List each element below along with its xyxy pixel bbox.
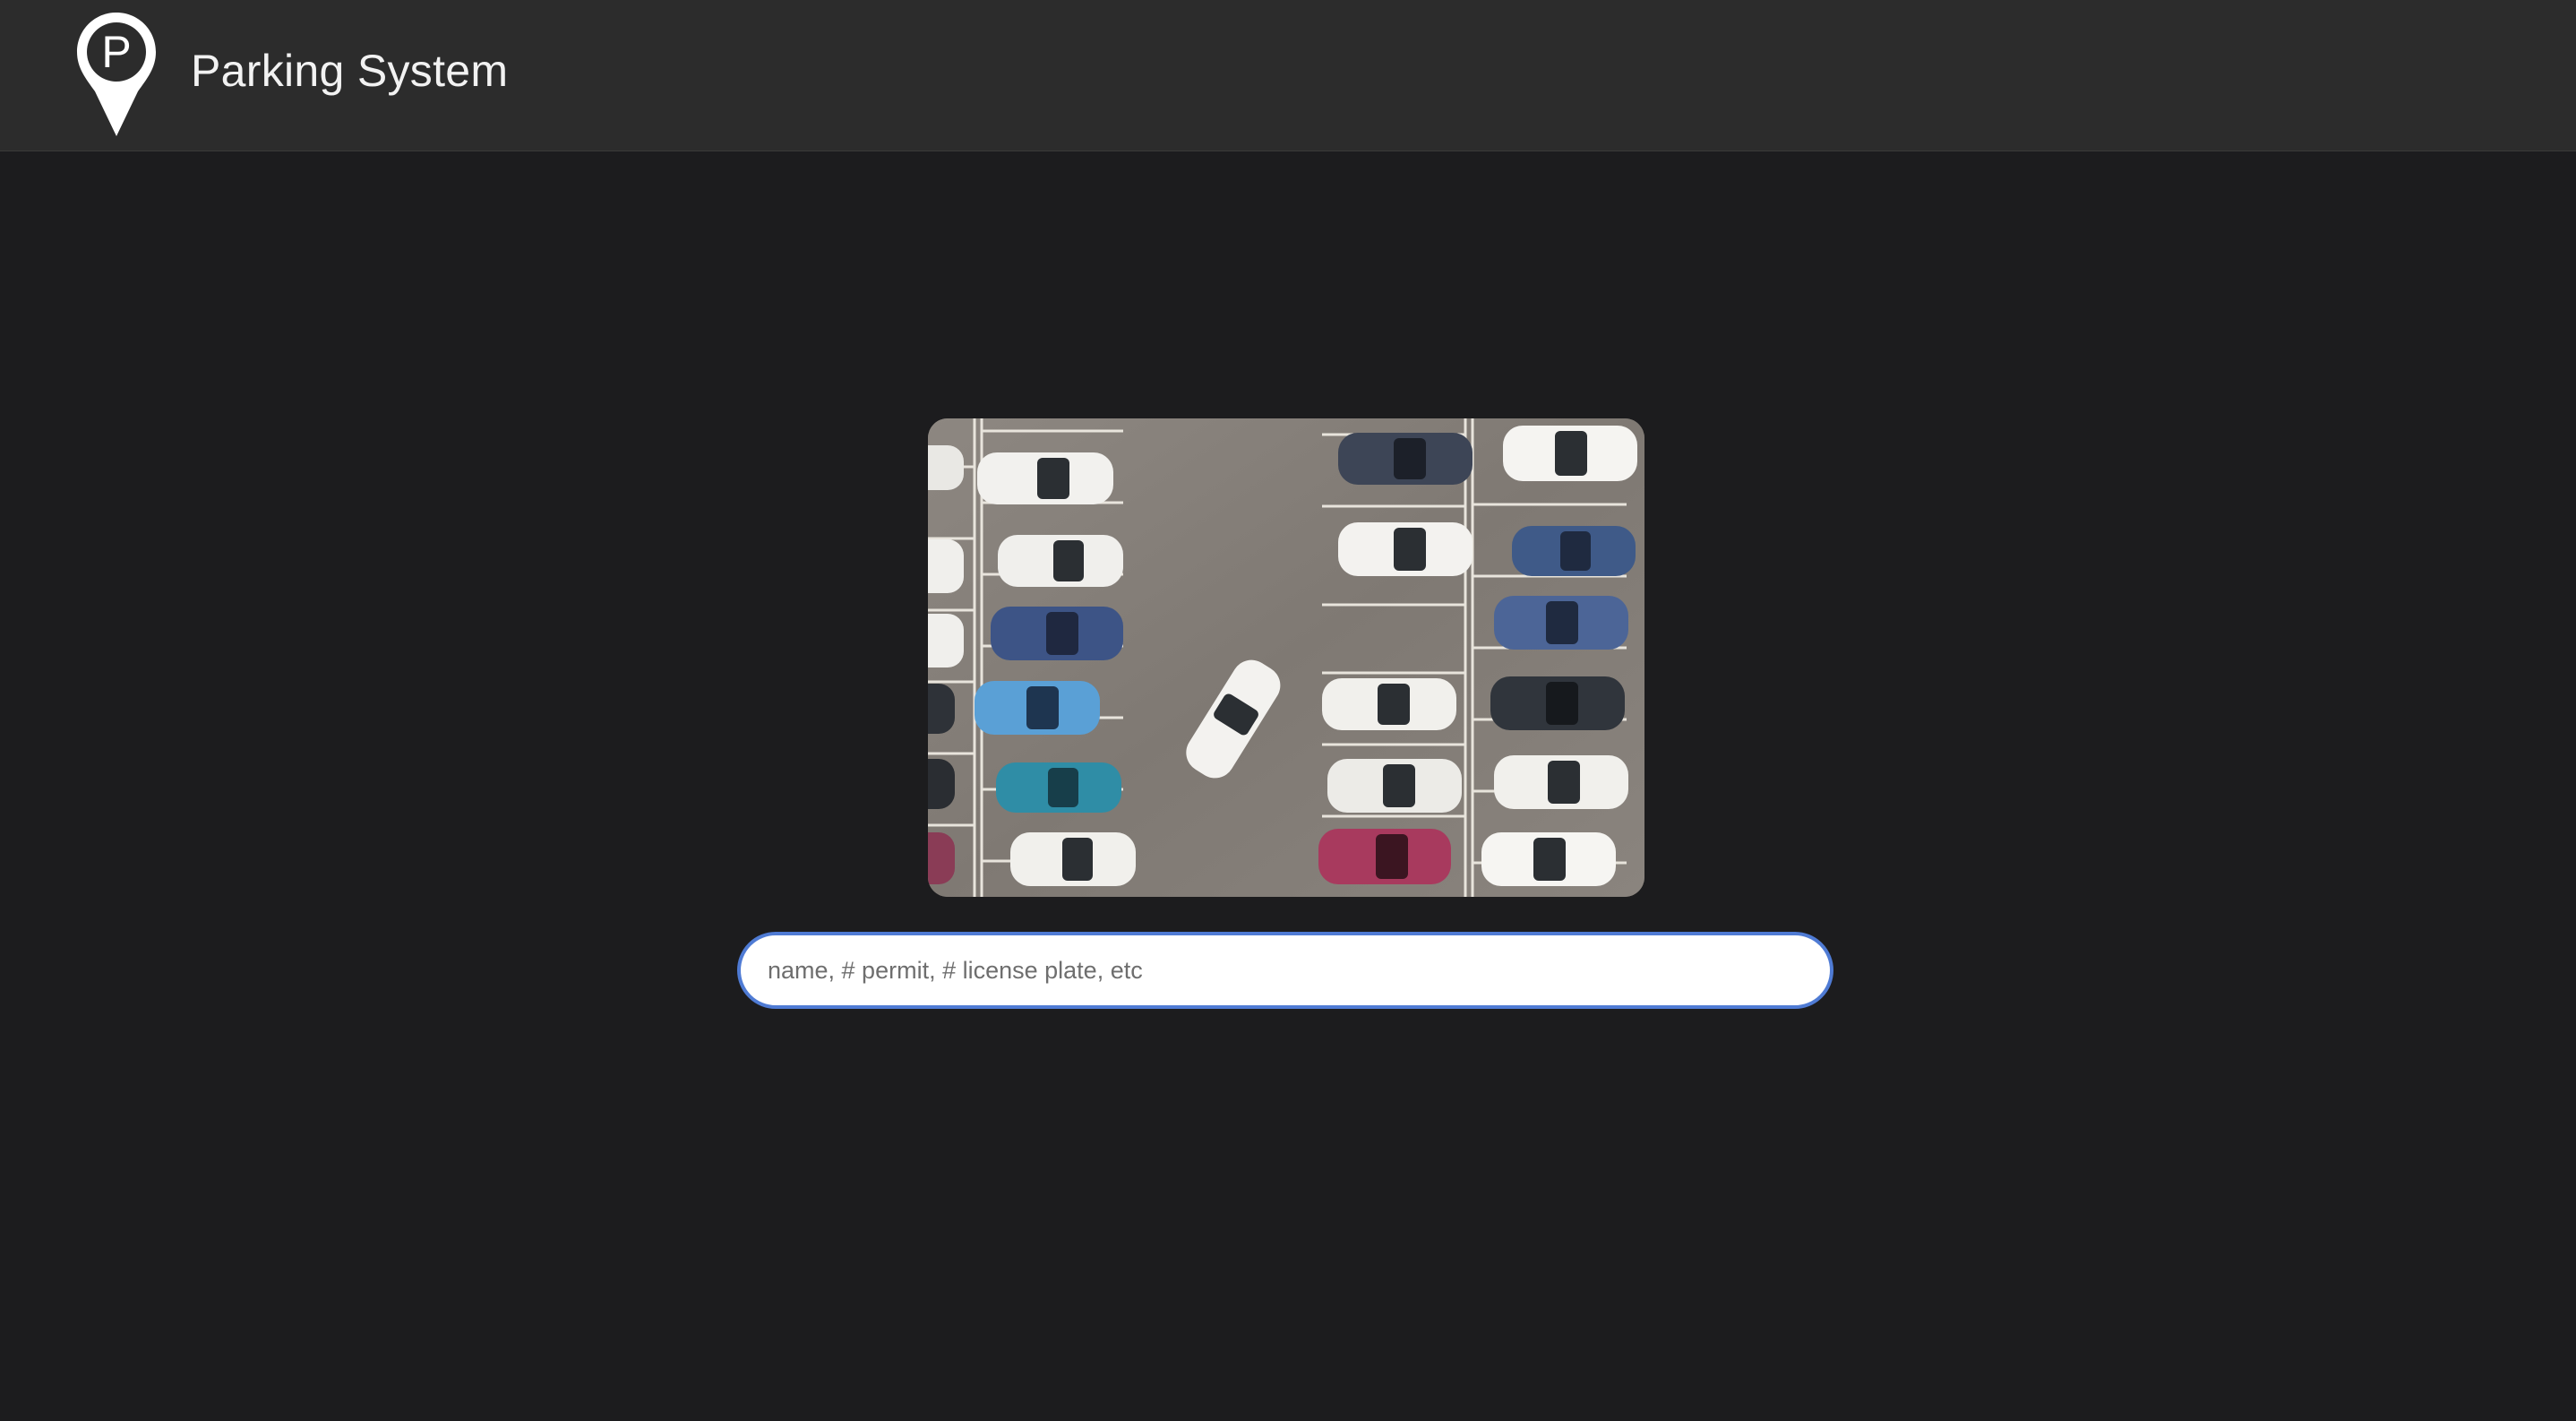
- search-input[interactable]: [737, 932, 1833, 1009]
- parking-lot-image: [928, 418, 1644, 897]
- parking-pin-icon[interactable]: P: [75, 11, 158, 138]
- logo-letter: P: [101, 27, 131, 77]
- app-header: P Parking System: [0, 0, 2576, 151]
- app-title: Parking System: [191, 46, 509, 96]
